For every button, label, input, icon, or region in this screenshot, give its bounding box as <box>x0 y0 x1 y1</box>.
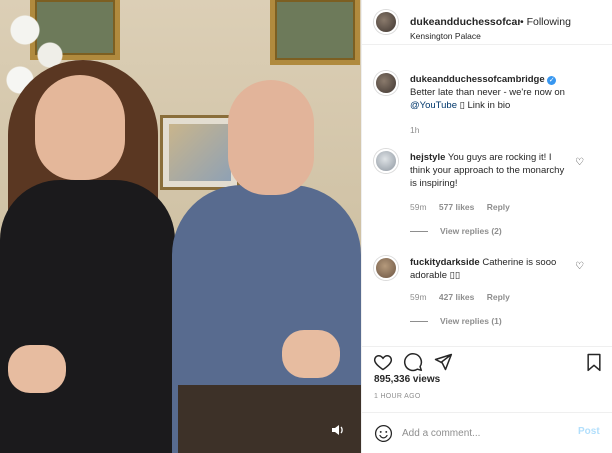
like-comment-heart-icon[interactable]: ♡ <box>575 261 584 272</box>
share-plane-icon[interactable] <box>433 352 453 372</box>
view-replies-label: View replies (1) <box>440 316 502 326</box>
following-status[interactable]: • Following <box>520 16 571 28</box>
post-header: dukeandduchessofcam • Following Kensingt… <box>362 0 612 45</box>
youtube-mention-link[interactable]: @YouTube <box>410 100 457 111</box>
avatar[interactable] <box>374 71 398 95</box>
comment-username[interactable]: fuckitydarkside <box>410 257 480 268</box>
view-replies-label: View replies (2) <box>440 226 502 236</box>
speaker-icon[interactable] <box>330 422 346 438</box>
action-bar <box>362 346 612 376</box>
emoji-icon[interactable] <box>374 424 393 443</box>
verified-badge-icon: ✓ <box>547 76 557 85</box>
caption-text: Better late than never - we're now on <box>410 87 565 98</box>
comments-list[interactable]: dukeandduchessofcambridge ✓ Better late … <box>362 46 612 346</box>
man-hands <box>282 330 340 378</box>
avatar[interactable] <box>374 256 398 280</box>
view-replies-button[interactable]: View replies (1) <box>410 316 502 326</box>
view-replies-button[interactable]: View replies (2) <box>410 226 502 236</box>
caption-text-after: ▯ Link in bio <box>459 100 511 111</box>
comment-bubble-icon[interactable] <box>403 352 423 372</box>
bookmark-icon[interactable] <box>584 352 604 372</box>
like-comment-heart-icon[interactable]: ♡ <box>575 157 584 168</box>
comment-time: 59m <box>410 292 427 302</box>
view-count[interactable]: 895,336 views <box>374 374 440 385</box>
header-username[interactable]: dukeandduchessofcam <box>410 16 520 28</box>
post-media[interactable] <box>0 0 361 453</box>
man-legs <box>178 385 361 453</box>
caption-username[interactable]: dukeandduchessofcambridge <box>410 74 545 85</box>
comment-time: 59m <box>410 202 427 212</box>
add-comment-bar: Post <box>362 412 612 453</box>
comment-likes[interactable]: 577 likes <box>439 202 474 212</box>
woman-face <box>35 75 125 180</box>
wall-painting-right <box>270 0 360 65</box>
comment-likes[interactable]: 427 likes <box>439 292 474 302</box>
reply-button[interactable]: Reply <box>487 292 510 302</box>
reply-button[interactable]: Reply <box>487 202 510 212</box>
post-details-panel: dukeandduchessofcam • Following Kensingt… <box>361 0 612 453</box>
man-face <box>228 80 314 195</box>
woman-hands <box>8 345 66 393</box>
location-link[interactable]: Kensington Palace <box>410 31 481 41</box>
woman-body <box>0 180 175 453</box>
caption-time: 1h <box>410 125 420 135</box>
comment-username[interactable]: hejstyle <box>410 152 445 163</box>
post-comment-button[interactable]: Post <box>578 426 600 437</box>
like-heart-icon[interactable] <box>373 352 393 372</box>
avatar[interactable] <box>374 10 398 34</box>
post-time[interactable]: 1 HOUR AGO <box>374 393 421 400</box>
replies-divider <box>410 231 428 233</box>
comment-input[interactable] <box>402 424 562 443</box>
replies-divider <box>410 321 428 323</box>
avatar[interactable] <box>374 149 398 173</box>
